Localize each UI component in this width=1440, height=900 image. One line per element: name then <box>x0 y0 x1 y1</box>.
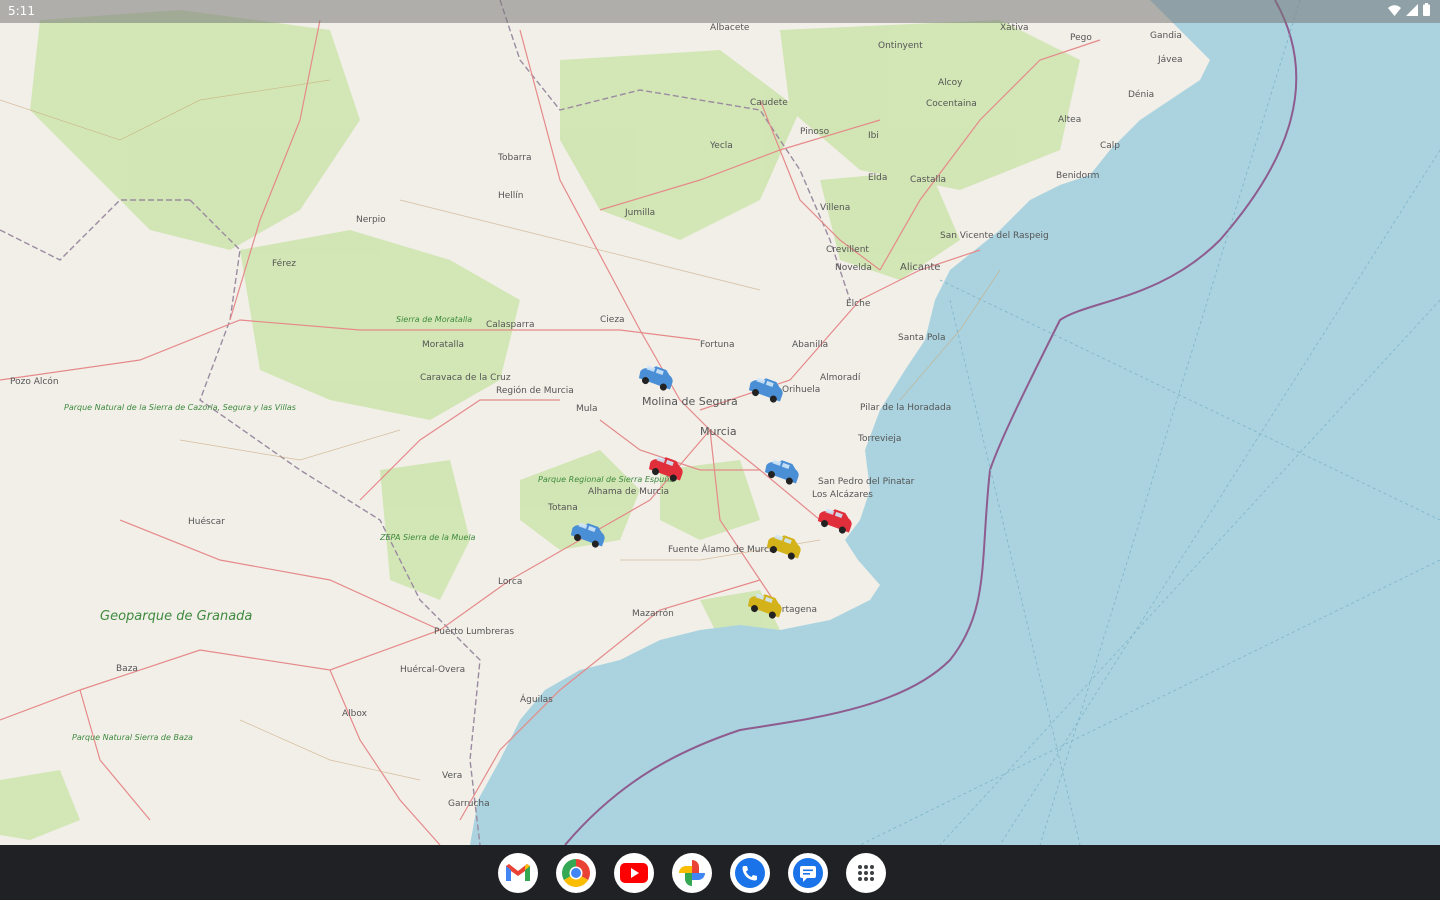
place-label: Garrucha <box>448 799 490 809</box>
wifi-icon <box>1388 4 1401 16</box>
place-label: Torrevieja <box>857 434 901 444</box>
place-label: Yecla <box>709 141 733 151</box>
place-label: Orihuela <box>782 385 820 395</box>
place-label: Cieza <box>600 315 625 325</box>
place-label: Puerto Lumbreras <box>434 627 514 637</box>
place-label: Región de Murcia <box>496 385 574 396</box>
place-label: Molina de Segura <box>642 395 738 408</box>
place-label: San Pedro del Pinatar <box>818 477 915 487</box>
place-label: Huércal-Overa <box>400 664 465 675</box>
place-label: Pilar de la Horadada <box>860 403 951 413</box>
chrome-icon[interactable] <box>556 853 596 893</box>
gmail-icon[interactable] <box>498 853 538 893</box>
place-label: Pinoso <box>800 127 830 137</box>
status-icons <box>1388 3 1430 16</box>
phone-icon[interactable] <box>730 853 770 893</box>
status-time: 5:11 <box>8 4 35 18</box>
place-label: Hellín <box>498 191 524 201</box>
place-label: Férez <box>272 258 296 269</box>
place-label: Mula <box>576 404 598 414</box>
battery-icon <box>1423 3 1430 16</box>
place-label: Mazarrón <box>632 608 674 619</box>
place-label: Caudete <box>750 98 788 108</box>
place-label: Lorca <box>498 577 522 587</box>
place-label: Alicante <box>900 262 940 273</box>
place-label: Santa Pola <box>898 333 945 343</box>
place-label: Calasparra <box>486 320 535 330</box>
photos-icon[interactable] <box>672 853 712 893</box>
place-label: Albox <box>342 709 368 719</box>
place-label: Elche <box>846 299 871 309</box>
place-label: Fortuna <box>700 340 735 350</box>
place-label: Benidorm <box>1056 171 1099 181</box>
place-label: Huéscar <box>188 516 225 527</box>
place-label: Dénia <box>1128 89 1154 100</box>
youtube-icon[interactable] <box>614 853 654 893</box>
place-label: Novelda <box>835 263 872 273</box>
place-label: Xàtiva <box>1000 23 1029 33</box>
place-label: Caravaca de la Cruz <box>420 373 511 383</box>
place-label: Villena <box>820 203 850 213</box>
place-label: Calp <box>1100 141 1120 151</box>
place-label: Totana <box>547 503 578 513</box>
place-label: Castalla <box>910 175 946 185</box>
place-label: Alhama de Murcia <box>588 487 669 497</box>
place-label: Jávea <box>1157 55 1183 65</box>
place-label: Albacete <box>710 23 750 33</box>
park-label: Parque Natural de la Sierra de Cazorla, … <box>64 403 296 412</box>
messages-icon[interactable] <box>788 853 828 893</box>
place-label: Murcia <box>700 425 737 438</box>
park-label: Sierra de Moratalla <box>396 315 472 324</box>
place-label: Alcoy <box>938 78 963 88</box>
place-label: Vera <box>442 771 462 781</box>
place-label: Fuente Álamo de Murcia <box>668 543 777 555</box>
place-label: Moratalla <box>422 340 464 350</box>
park-label: ZEPA Sierra de la Muela <box>379 533 476 542</box>
place-label: Nerpio <box>356 215 386 225</box>
place-label: Abanilla <box>792 340 828 350</box>
map-view[interactable]: Albacete Caudete Yecla Tobarra Hellín Ju… <box>0 0 1440 845</box>
place-label: Águilas <box>520 693 553 705</box>
place-label: Elda <box>868 173 887 183</box>
park-label: Parque Natural Sierra de Baza <box>72 733 193 742</box>
place-label: Cocentaina <box>926 99 977 109</box>
place-label: Pozo Alcón <box>10 376 59 387</box>
signal-icon <box>1406 3 1418 16</box>
place-label: Jumilla <box>624 208 655 218</box>
place-label: Ontinyent <box>878 41 923 51</box>
status-bar: 5:11 <box>0 0 1440 23</box>
place-label: Crevillent <box>826 245 869 255</box>
place-label: Ibi <box>868 131 879 141</box>
place-label: Baza <box>116 664 138 674</box>
place-label: Pego <box>1070 33 1092 43</box>
app-drawer-icon[interactable] <box>846 853 886 893</box>
park-label: Geoparque de Granada <box>100 609 252 624</box>
place-label: Gandia <box>1150 31 1182 41</box>
place-label: San Vicente del Raspeig <box>940 231 1049 241</box>
taskbar-dock <box>0 845 1440 900</box>
place-label: Tobarra <box>497 153 531 163</box>
place-label: Almoradí <box>820 373 861 383</box>
place-label: Altea <box>1058 115 1081 125</box>
park-label: Parque Regional de Sierra Espuña <box>538 475 674 484</box>
place-label: Los Alcázares <box>812 490 873 500</box>
